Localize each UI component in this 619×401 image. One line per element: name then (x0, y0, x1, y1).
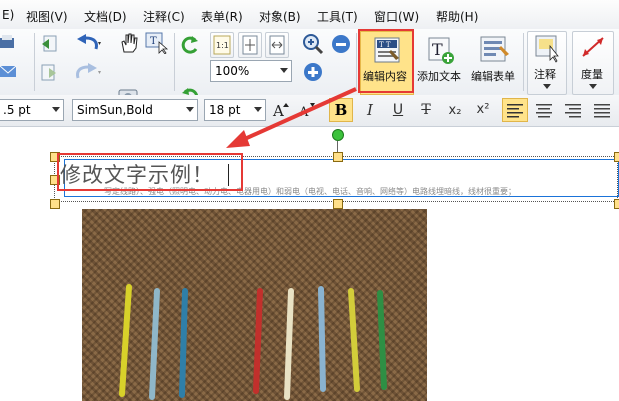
chevron-down-icon (280, 68, 288, 73)
increase-font-icon[interactable]: A (271, 100, 293, 120)
main-toolbar: T 1:1 100% T T 编辑内容 T 添加文本 编辑表单 注释 度量 (0, 29, 619, 106)
format-toolbar: .5 pt SimSun,Bold 18 pt A A B I U T x₂ x… (0, 95, 619, 127)
chevron-down-icon (589, 84, 597, 89)
menu-form[interactable]: 表单(R) (201, 8, 243, 25)
line-width-value: .5 pt (3, 103, 31, 117)
import-icon[interactable] (40, 64, 58, 82)
actual-size-button[interactable]: 1:1 (210, 32, 234, 58)
svg-text:A: A (298, 105, 309, 120)
menu-window[interactable]: 窗口(W) (374, 8, 419, 25)
strikethrough-button[interactable]: T (414, 98, 438, 124)
redo-icon[interactable] (72, 63, 102, 83)
resize-handle[interactable] (614, 152, 619, 162)
resize-handle[interactable] (50, 199, 60, 209)
font-size-select[interactable]: 18 pt (204, 99, 266, 121)
toolbar-separator (356, 33, 357, 91)
measure-label: 度量 (581, 68, 603, 81)
fit-page-button[interactable] (238, 32, 262, 58)
zoom-select[interactable]: 100% (210, 60, 292, 82)
decrease-font-icon[interactable]: A (297, 100, 319, 120)
measure-button[interactable]: 度量 (572, 31, 614, 95)
subscript-button[interactable]: x₂ (442, 98, 468, 124)
menu-view[interactable]: 视图(V) (26, 8, 68, 25)
print-icon[interactable] (0, 35, 18, 53)
menu-comment[interactable]: 注释(C) (143, 8, 185, 25)
svg-text:1:1: 1:1 (216, 41, 229, 50)
resize-handle[interactable] (333, 152, 343, 162)
chevron-down-icon (186, 107, 194, 112)
menu-document[interactable]: 文档(D) (84, 8, 127, 25)
chevron-down-icon (254, 107, 262, 112)
export-icon[interactable] (40, 35, 58, 53)
menu-bar: E) 视图(V) 文档(D) 注释(C) 表单(R) 对象(B) 工具(T) 窗… (0, 0, 619, 30)
font-name-select[interactable]: SimSun,Bold (72, 99, 198, 121)
fit-width-button[interactable] (265, 32, 289, 58)
menu-object[interactable]: 对象(B) (259, 8, 301, 25)
menu-edit[interactable]: E) (2, 8, 14, 22)
annotate-button[interactable]: 注释 (527, 31, 567, 95)
underline-button[interactable]: U (386, 98, 410, 124)
menu-help[interactable]: 帮助(H) (436, 8, 478, 25)
toolbar-separator (523, 33, 524, 91)
chevron-down-icon (543, 84, 551, 89)
rotate-handle[interactable] (332, 129, 344, 141)
edit-form-label: 编辑表单 (471, 70, 515, 83)
annotate-label: 注释 (534, 68, 556, 81)
svg-text:T T: T T (379, 41, 391, 49)
wire-photo (82, 209, 427, 401)
bold-button[interactable]: B (329, 98, 353, 122)
wire-samples (119, 284, 387, 400)
zoom-value: 100% (215, 64, 250, 78)
font-size-value: 18 pt (209, 103, 241, 117)
font-name-value: SimSun,Bold (77, 103, 153, 117)
align-justify-button[interactable] (589, 98, 617, 124)
menu-tools[interactable]: 工具(T) (317, 8, 358, 25)
edit-content-label: 编辑内容 (363, 70, 407, 83)
toolbar-separator (174, 33, 175, 91)
zoom-out-icon[interactable] (330, 33, 352, 55)
svg-text:T: T (150, 36, 157, 47)
chevron-down-icon (52, 107, 60, 112)
zoom-in-magnifier-icon[interactable] (302, 33, 324, 55)
undo-icon[interactable] (72, 34, 102, 54)
resize-handle[interactable] (333, 199, 343, 209)
superscript-button[interactable]: x² (470, 98, 496, 124)
line-width-select[interactable]: .5 pt (0, 99, 64, 121)
text-highlight-frame (57, 153, 243, 191)
select-text-icon[interactable]: T (145, 32, 169, 55)
add-text-button[interactable]: T 添加文本 (416, 31, 466, 95)
email-icon[interactable] (0, 63, 18, 81)
align-right-button[interactable] (560, 98, 588, 124)
edit-content-button[interactable]: T T 编辑内容 (360, 31, 414, 95)
svg-text:T: T (432, 40, 443, 59)
svg-text:A: A (272, 102, 284, 120)
align-center-button[interactable] (531, 98, 559, 124)
align-left-button[interactable] (502, 98, 528, 122)
zoom-in-icon[interactable] (302, 61, 324, 83)
rotate-ccw-icon[interactable] (180, 35, 200, 55)
document-canvas[interactable]: 写定线路）、强电（照明电、动力电、电器用电）和弱电（电视、电话、音响、网络等）电… (0, 127, 619, 401)
resize-handle[interactable] (614, 199, 619, 209)
hand-tool-icon[interactable] (118, 32, 140, 54)
italic-button[interactable]: I (358, 98, 382, 124)
add-text-label: 添加文本 (417, 70, 461, 83)
edit-form-button[interactable]: 编辑表单 (468, 31, 522, 95)
toolbar-separator (34, 33, 35, 91)
